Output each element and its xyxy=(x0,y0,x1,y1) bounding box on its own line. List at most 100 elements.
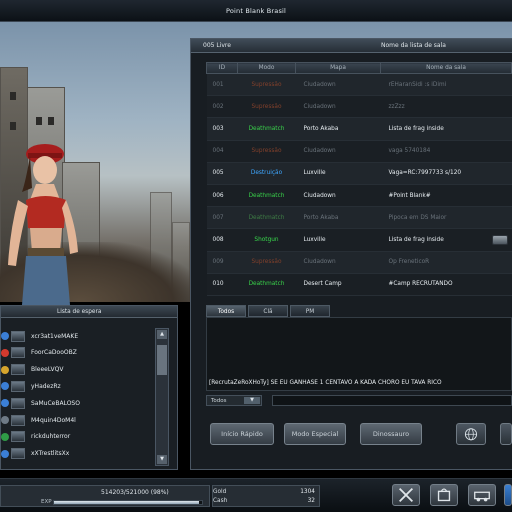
room-name: Op FreneticoR xyxy=(380,251,512,274)
globe-button[interactable] xyxy=(456,423,486,445)
room-name: zzZzz xyxy=(380,95,512,119)
scroll-down-icon[interactable]: ▼ xyxy=(157,455,167,464)
room-id-text: 001 xyxy=(212,81,224,88)
room-id: 010 xyxy=(206,273,238,296)
column-header-mode[interactable]: Modo xyxy=(237,62,296,74)
exp-progress-bar xyxy=(53,500,203,505)
character-avatar xyxy=(8,144,78,305)
cash-value: 32 xyxy=(307,498,315,504)
player-name: M4quin4DoM4l xyxy=(31,416,76,424)
team-badge-icon xyxy=(1,399,9,408)
more-button[interactable] xyxy=(500,423,512,445)
room-name-text: Lista de frag inside xyxy=(388,236,444,243)
room-row[interactable]: 010 Deathmatch Desert Camp #Camp RECRUTANDO xyxy=(206,273,512,296)
chevron-down-icon[interactable]: ▼ xyxy=(244,397,260,404)
room-row[interactable]: 003 Deathmatch Porto Akaba Lista de frag in… xyxy=(206,117,512,141)
rank-icon xyxy=(11,448,25,460)
room-mode: Deathmatch xyxy=(237,206,296,230)
room-row[interactable]: 007 Deathmatch Porto Akaba Pipoca em DS Mai… xyxy=(206,206,512,230)
room-row[interactable]: 006 Deathmatch Ciudadown #Point Blank# xyxy=(206,184,512,208)
room-mode: Deathmatch xyxy=(237,273,296,296)
room-name: Vaga=RC:7997733 s/120 xyxy=(380,162,512,185)
tab-chat-clan[interactable]: Clã xyxy=(248,305,288,317)
scroll-up-icon[interactable]: ▲ xyxy=(157,330,167,339)
bag-icon xyxy=(437,488,451,502)
room-id: 005 xyxy=(206,162,238,185)
rank-icon xyxy=(11,397,25,409)
room-map-text: Porto Akaba xyxy=(303,125,339,132)
title-bar: Point Blank Brasil xyxy=(0,0,512,22)
player-item[interactable]: BleeeLVQV xyxy=(11,362,153,378)
column-header-id[interactable]: ID xyxy=(206,62,238,74)
waiting-list-title: Lista de espera xyxy=(1,306,177,318)
team-badge-icon xyxy=(1,382,9,391)
clan-button[interactable] xyxy=(468,484,496,506)
team-badge-icon xyxy=(1,449,9,458)
vehicle-icon xyxy=(474,491,490,502)
room-table: ID Modo Mapa Nome da sala 001 Supressão Ci… xyxy=(206,62,512,296)
room-row[interactable]: 002 Supressão Ciudadown zzZzz xyxy=(206,95,512,119)
room-mode-text: Supressão xyxy=(251,259,282,266)
room-row[interactable]: 009 Supressão Ciudadown Op FreneticoR xyxy=(206,251,512,274)
room-name: Lista de frag inside xyxy=(380,117,512,141)
room-id: 003 xyxy=(206,117,238,141)
room-id-text: 005 xyxy=(212,170,224,177)
room-name: #Camp RECRUTANDO xyxy=(380,273,512,296)
exp-label: EXP xyxy=(41,499,52,505)
dinosaur-mode-button[interactable]: Dinossauro xyxy=(360,423,422,445)
chat-log: [RecrutaZeRoXHoTy] SE EU GANHASE 1 CENTA… xyxy=(206,317,512,391)
room-map-text: Luxville xyxy=(303,170,326,177)
room-map: Luxville xyxy=(295,162,381,185)
room-name-text: #Camp RECRUTANDO xyxy=(388,281,453,288)
player-item[interactable]: M4quin4DoM4l xyxy=(11,412,153,428)
player-item[interactable]: xcr3at1veMAKE xyxy=(11,328,153,344)
room-name: Pipoca em DS Maior xyxy=(380,206,512,230)
room-name-text: Vaga=RC:7997733 s/120 xyxy=(388,170,462,177)
tab-chat-all[interactable]: Todos xyxy=(206,305,246,317)
team-badge-icon xyxy=(1,332,9,340)
room-name-text: Op FreneticoR xyxy=(388,259,430,266)
options-button[interactable] xyxy=(504,484,512,506)
room-mode-text: Supressão xyxy=(251,103,282,110)
player-item[interactable]: yHadezRz xyxy=(11,378,153,394)
player-item[interactable]: rickduhterror xyxy=(11,429,153,445)
room-map: Desert Camp xyxy=(295,273,381,296)
quick-start-button[interactable]: Início Rápido xyxy=(210,423,274,445)
exp-panel: 514203/521000 (98%) EXP xyxy=(0,485,210,507)
room-name-text: #Point Blank# xyxy=(388,192,431,199)
room-panel-header: 005 Livre Nome da lista de sala xyxy=(191,39,512,53)
room-row[interactable]: 005 Destruição Luxville Vaga=RC:7997733 s/1… xyxy=(206,162,512,185)
chat-input[interactable] xyxy=(272,395,512,406)
column-header-room-name[interactable]: Nome da sala xyxy=(380,62,512,74)
room-mode: Destruição xyxy=(237,162,296,185)
scroll-thumb[interactable] xyxy=(157,345,167,375)
crossed-weapons-icon xyxy=(398,487,414,503)
player-item[interactable]: FoorCaDooOBZ xyxy=(11,345,153,361)
room-row[interactable]: 001 Supressão Ciudadown rEHaranSidi :s iDim… xyxy=(206,73,512,97)
tab-chat-pm[interactable]: PM xyxy=(290,305,330,317)
room-map-text: Ciudadown xyxy=(303,259,336,266)
room-mode: Deathmatch xyxy=(237,117,296,141)
room-map-text: Ciudadown xyxy=(303,103,336,110)
column-header-map[interactable]: Mapa xyxy=(295,62,381,74)
player-item[interactable]: SaMuCeBALOSO xyxy=(11,395,153,411)
shop-button[interactable] xyxy=(430,484,458,506)
room-row[interactable]: 008 Shotgun Luxville Lista de frag inside xyxy=(206,228,512,252)
room-name-text: rEHaranSidi :s iDimi xyxy=(388,81,447,88)
room-name-text: vaga 5740184 xyxy=(388,148,431,155)
room-map-text: Ciudadown xyxy=(303,81,336,88)
room-id-text: 007 xyxy=(212,214,224,221)
inventory-button[interactable] xyxy=(392,484,420,506)
room-mode: Supressão xyxy=(237,251,296,274)
special-mode-button[interactable]: Modo Especial xyxy=(284,423,346,445)
exp-progress-fill xyxy=(54,501,200,504)
room-map: Porto Akaba xyxy=(295,206,381,230)
team-badge-icon xyxy=(1,348,9,357)
chat-target-select[interactable]: Todos ▼ xyxy=(206,395,262,406)
player-list-scrollbar[interactable]: ▲ ▼ xyxy=(155,328,169,466)
room-map: Porto Akaba xyxy=(295,117,381,141)
room-mode-text: Supressão xyxy=(251,81,282,88)
room-row[interactable]: 004 Supressão Ciudadown vaga 5740184 xyxy=(206,140,512,163)
player-item[interactable]: xXTrestlitsXx xyxy=(11,446,153,462)
room-list-title: Nome da lista de sala xyxy=(381,42,446,49)
